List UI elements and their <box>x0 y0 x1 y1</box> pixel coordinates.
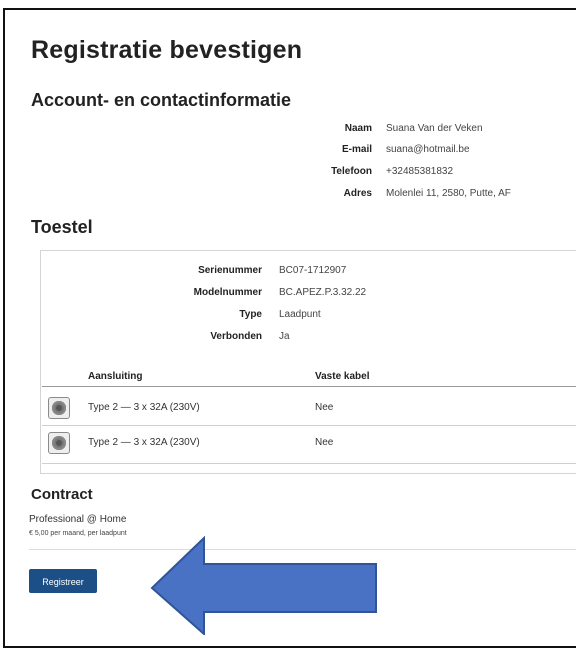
value-adres: Molenlei 11, 2580, Putte, AF <box>386 188 511 199</box>
register-button[interactable]: Registreer <box>29 569 97 593</box>
label-adres: Adres <box>343 188 372 199</box>
label-telefoon: Telefoon <box>331 166 372 177</box>
type2-plug-icon <box>48 432 70 454</box>
label-serienummer: Serienummer <box>198 265 262 276</box>
value-telefoon: +32485381832 <box>386 166 454 177</box>
account-section-heading: Account- en contactinformatie <box>31 90 292 110</box>
value-modelnummer: BC.APEZ.P.3.32.22 <box>279 287 367 298</box>
row-divider <box>42 463 576 464</box>
fixed-cable-cell: Nee <box>315 437 334 448</box>
contract-name: Professional @ Home <box>29 514 127 525</box>
value-email: suana@hotmail.be <box>386 144 470 155</box>
contract-section-heading: Contract <box>31 486 93 503</box>
label-verbonden: Verbonden <box>210 331 262 342</box>
value-naam: Suana Van der Veken <box>386 123 483 134</box>
value-verbonden: Ja <box>279 331 290 342</box>
value-serienummer: BC07-1712907 <box>279 265 347 276</box>
contract-price: € 5,00 per maand, per laadpunt <box>29 530 127 537</box>
row-divider <box>42 425 576 426</box>
value-type: Laadpunt <box>279 309 321 320</box>
fixed-cable-cell: Nee <box>315 402 334 413</box>
label-type: Type <box>239 309 262 320</box>
device-section-heading: Toestel <box>31 217 93 237</box>
label-naam: Naam <box>344 123 372 134</box>
connector-cell: Type 2 — 3 x 32A (230V) <box>88 437 200 448</box>
label-modelnummer: Modelnummer <box>193 287 262 298</box>
connector-cell: Type 2 — 3 x 32A (230V) <box>88 402 200 413</box>
label-email: E-mail <box>341 144 372 155</box>
column-header-vaste-kabel: Vaste kabel <box>315 371 370 382</box>
type2-plug-icon <box>48 397 70 419</box>
left-arrow-icon <box>150 536 377 635</box>
table-header-divider <box>42 386 576 387</box>
page-title: Registratie bevestigen <box>31 36 303 64</box>
column-header-aansluiting: Aansluiting <box>88 371 143 382</box>
